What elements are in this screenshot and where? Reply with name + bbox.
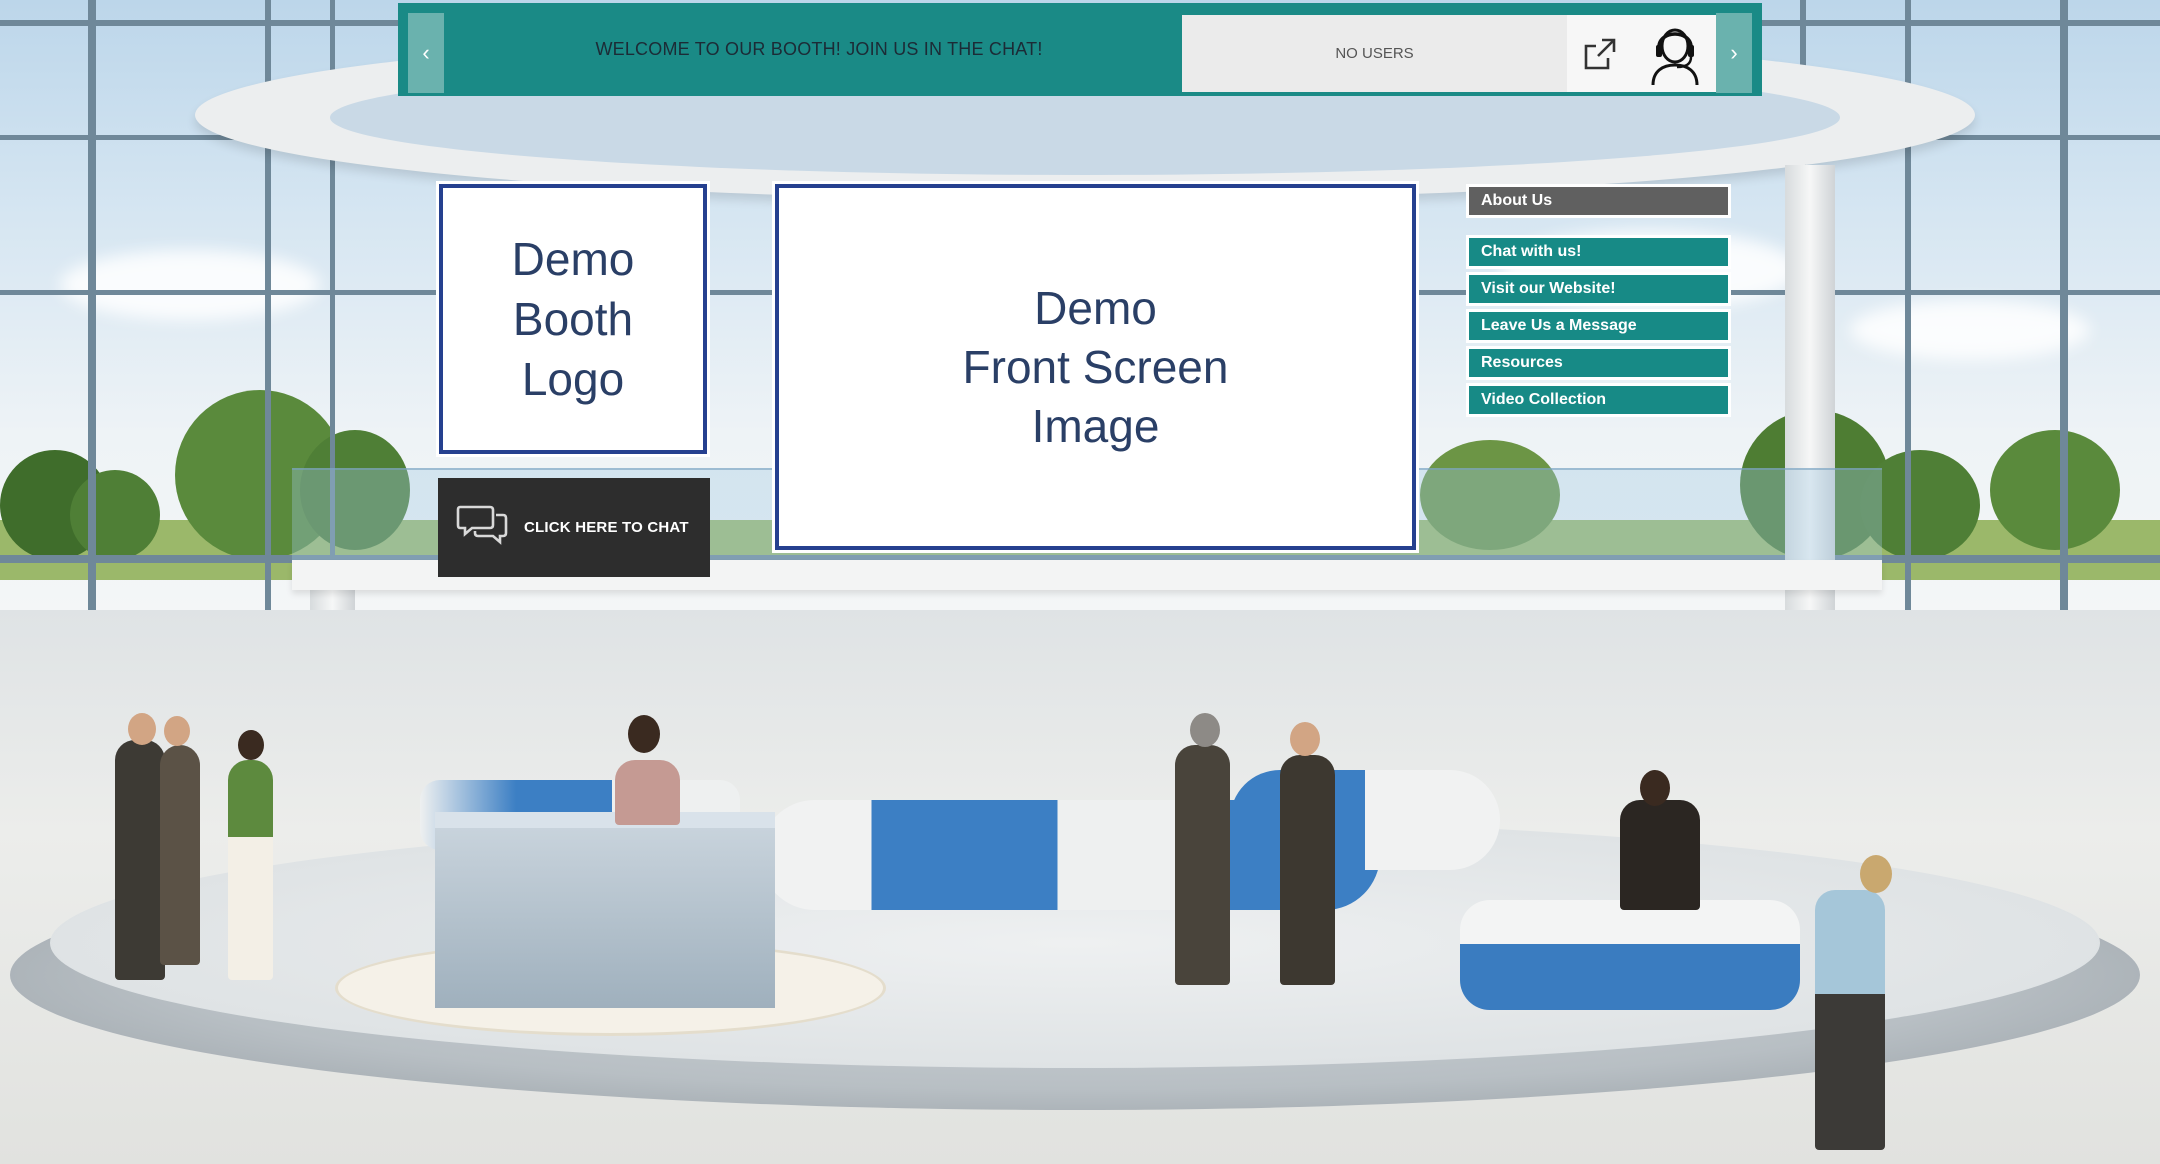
menu-item-website[interactable]: Visit our Website!: [1466, 272, 1731, 306]
front-screen-text-line: Front Screen: [962, 340, 1229, 393]
front-screen-panel[interactable]: Demo Front Screen Image: [772, 181, 1419, 553]
chat-button-label: CLICK HERE TO CHAT: [524, 519, 689, 536]
external-link-icon[interactable]: [1580, 34, 1620, 74]
receptionist-figure: [615, 760, 680, 825]
cloud: [60, 250, 320, 320]
menu-item-label: Leave Us a Message: [1481, 317, 1637, 334]
banner-next-arrow[interactable]: ›: [1716, 13, 1752, 93]
logo-text-line: Demo: [511, 233, 635, 285]
reception-desk: [435, 812, 775, 1008]
menu-item-resources[interactable]: Resources: [1466, 346, 1731, 380]
visitor-figure: [115, 740, 165, 980]
lounge-bench: [1460, 900, 1800, 1010]
chevron-left-icon: ‹: [422, 40, 430, 65]
banner-prev-arrow[interactable]: ‹: [408, 13, 444, 93]
visitor-figure: [1280, 755, 1335, 985]
menu-item-label: Resources: [1481, 354, 1563, 371]
booth-banner-bar: ‹ WELCOME TO OUR BOOTH! JOIN US IN THE C…: [398, 3, 1762, 96]
logo-text-line: Booth: [512, 293, 634, 345]
visitor-figure: [1620, 800, 1700, 910]
booth-scene-background: [0, 0, 2160, 1164]
window-frame: [2060, 0, 2068, 610]
welcome-message: WELCOME TO OUR BOOTH! JOIN US IN THE CHA…: [595, 39, 1043, 59]
logo-text-line: Logo: [521, 353, 625, 405]
menu-item-video-collection[interactable]: Video Collection: [1466, 383, 1731, 417]
visitor-figure: [160, 745, 200, 965]
front-screen-text-line: Demo: [1034, 281, 1157, 334]
online-users-box: NO USERS: [1182, 15, 1567, 92]
visitor-figure: [228, 760, 273, 980]
chat-bubbles-icon: [456, 503, 508, 552]
menu-item-label: Chat with us!: [1481, 243, 1582, 260]
chevron-right-icon: ›: [1730, 40, 1738, 65]
lounge-sofa: [1230, 770, 1500, 870]
menu-about-us-label: About Us: [1481, 192, 1553, 209]
visitor-figure: [1175, 745, 1230, 985]
support-agent-icon[interactable]: [1645, 21, 1705, 87]
window-frame: [88, 0, 96, 610]
menu-item-label: Visit our Website!: [1481, 280, 1616, 297]
visitor-figure: [1815, 890, 1885, 1150]
online-users-status: NO USERS: [1335, 45, 1414, 62]
menu-about-us[interactable]: About Us: [1466, 184, 1731, 218]
booth-logo-panel: Demo Booth Logo: [436, 181, 710, 457]
menu-item-chat[interactable]: Chat with us!: [1466, 235, 1731, 269]
menu-item-leave-message[interactable]: Leave Us a Message: [1466, 309, 1731, 343]
click-to-chat-button[interactable]: CLICK HERE TO CHAT: [438, 478, 710, 577]
menu-item-label: Video Collection: [1481, 391, 1607, 408]
banner-actions: [1567, 15, 1717, 92]
front-screen-text-line: Image: [1031, 399, 1160, 452]
cloud: [1850, 300, 2090, 360]
